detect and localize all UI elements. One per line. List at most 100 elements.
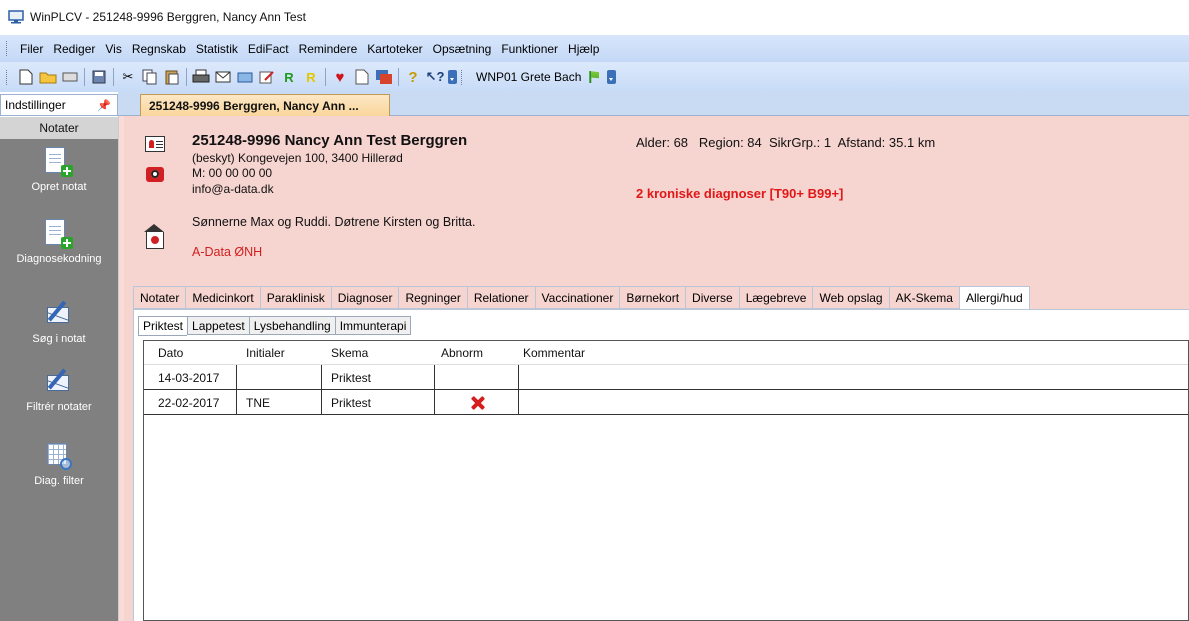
tab-regninger[interactable]: Regninger	[398, 286, 467, 309]
filter-notes-button[interactable]: Filtrér notater	[0, 367, 118, 413]
create-note-button[interactable]: Opret notat	[0, 147, 118, 193]
column-header-abnorm[interactable]: Abnorm	[441, 346, 483, 360]
tab-boernekort[interactable]: Børnekort	[619, 286, 686, 309]
document-icon[interactable]	[353, 68, 371, 86]
edit-icon[interactable]	[258, 68, 276, 86]
tab-medicinkort[interactable]: Medicinkort	[185, 286, 260, 309]
menu-bar: Filer Rediger Vis Regnskab Statistik Edi…	[0, 35, 1189, 62]
new-document-icon[interactable]	[17, 68, 35, 86]
image-gallery-icon[interactable]	[375, 68, 393, 86]
panel-edge	[118, 116, 124, 621]
tab-allergi-hud[interactable]: Allergi/hud	[958, 286, 1030, 310]
toolbar-overflow-icon[interactable]	[448, 70, 457, 84]
patient-name: 251248-9996 Nancy Ann Test Berggren	[192, 132, 468, 149]
tab-web-opslag[interactable]: Web opslag	[812, 286, 889, 309]
column-header-initialer[interactable]: Initialer	[246, 346, 285, 360]
toolbar-grip[interactable]	[6, 69, 9, 85]
sidebar-header: Indstillinger 📌	[0, 94, 118, 116]
table-row[interactable]: 22-02-2017 TNE Priktest	[144, 390, 1188, 415]
subtab-immunterapi[interactable]: Immunterapi	[334, 316, 412, 335]
printer-icon[interactable]	[192, 68, 210, 86]
diagnosis-coding-label: Diagnosekodning	[16, 253, 102, 265]
diagnosis-coding-icon	[45, 219, 73, 249]
cell-dato: 14-03-2017	[158, 371, 220, 385]
toolbar-grip[interactable]	[461, 69, 464, 85]
cut-icon[interactable]: ✂	[119, 68, 137, 86]
toolbar-separator	[325, 68, 326, 86]
subtab-lysbehandling[interactable]: Lysbehandling	[248, 316, 335, 335]
r-yellow-icon[interactable]: R	[302, 68, 320, 86]
toolbar-overflow-icon[interactable]	[607, 70, 617, 84]
help-icon[interactable]: ?	[404, 68, 422, 86]
tab-paraklinisk[interactable]: Paraklinisk	[259, 286, 331, 309]
search-note-label: Søg i notat	[32, 333, 86, 345]
menu-kartoteker[interactable]: Kartoteker	[362, 42, 427, 56]
table-header: Dato Initialer Skema Abnorm Kommentar	[144, 341, 1188, 365]
title-bar: WinPLCV - 251248-9996 Berggren, Nancy An…	[0, 0, 1189, 34]
print-preview-icon[interactable]	[61, 68, 79, 86]
column-divider	[518, 365, 519, 415]
context-help-icon[interactable]: ↖?	[426, 68, 445, 86]
filter-notes-icon	[45, 367, 73, 397]
subtab-lappetest[interactable]: Lappetest	[187, 316, 249, 335]
sidebar-header-label: Indstillinger	[5, 98, 66, 112]
diag-filter-button[interactable]: Diag. filter	[0, 441, 118, 487]
subtab-priktest[interactable]: Priktest	[138, 316, 188, 336]
tab-laegebreve[interactable]: Lægebreve	[738, 286, 813, 309]
diag-filter-icon	[45, 441, 73, 471]
clinic-home-icon[interactable]	[144, 224, 164, 249]
open-folder-icon[interactable]	[39, 68, 57, 86]
search-note-icon	[45, 299, 73, 329]
column-divider	[236, 365, 237, 415]
menu-opsaetning[interactable]: Opsætning	[428, 42, 497, 56]
menu-hjaelp[interactable]: Hjælp	[563, 42, 604, 56]
copy-icon[interactable]	[141, 68, 159, 86]
current-user[interactable]: WNP01 Grete Bach	[470, 67, 605, 87]
heart-icon[interactable]: ♥	[331, 68, 349, 86]
pin-icon[interactable]: 📌	[97, 99, 111, 112]
tab-ak-skema[interactable]: AK-Skema	[888, 286, 959, 309]
tab-vaccinationer[interactable]: Vaccinationer	[534, 286, 620, 309]
menu-vis[interactable]: Vis	[100, 42, 126, 56]
table-row[interactable]: 14-03-2017 Priktest	[144, 365, 1188, 390]
menu-filer[interactable]: Filer	[15, 42, 48, 56]
chronic-diagnoses[interactable]: 2 kroniske diagnoser [T90+ B99+]	[636, 186, 843, 201]
tab-notater[interactable]: Notater	[133, 286, 186, 309]
menu-grip[interactable]	[6, 41, 9, 56]
patient-email: info@a-data.dk	[192, 182, 274, 196]
patient-address: (beskyt) Kongevejen 100, 3400 Hillerød	[192, 151, 403, 165]
column-header-dato[interactable]: Dato	[158, 346, 183, 360]
menu-regnskab[interactable]: Regnskab	[127, 42, 191, 56]
toolbar-separator	[84, 68, 85, 86]
tab-diverse[interactable]: Diverse	[685, 286, 739, 309]
column-divider	[434, 365, 435, 415]
tab-relationer[interactable]: Relationer	[466, 286, 535, 309]
column-header-kommentar[interactable]: Kommentar	[523, 346, 585, 360]
save-icon[interactable]	[90, 68, 108, 86]
allergy-subtabs: Priktest Lappetest Lysbehandling Immunte…	[138, 316, 412, 336]
cell-skema: Priktest	[331, 371, 372, 385]
toolbar-separator	[186, 68, 187, 86]
patient-clinic: A-Data ØNH	[192, 245, 263, 259]
cell-dato: 22-02-2017	[158, 396, 220, 410]
menu-rediger[interactable]: Rediger	[48, 42, 100, 56]
column-header-skema[interactable]: Skema	[331, 346, 368, 360]
menu-funktioner[interactable]: Funktioner	[496, 42, 563, 56]
tab-diagnoser[interactable]: Diagnoser	[330, 286, 399, 309]
toolbar-separator	[398, 68, 399, 86]
main-tabs: Notater Medicinkort Paraklinisk Diagnose…	[133, 286, 1030, 310]
diagnosis-coding-button[interactable]: Diagnosekodning	[0, 219, 118, 265]
flag-icon	[589, 71, 600, 83]
menu-statistik[interactable]: Statistik	[191, 42, 243, 56]
camera-icon[interactable]	[146, 167, 164, 182]
patient-card-icon[interactable]	[145, 136, 165, 152]
search-note-button[interactable]: Søg i notat	[0, 299, 118, 345]
patient-document-tab[interactable]: 251248-9996 Berggren, Nancy Ann ...	[140, 94, 390, 117]
mail-icon[interactable]	[214, 68, 232, 86]
menu-edifact[interactable]: EdiFact	[243, 42, 294, 56]
phone-book-icon[interactable]	[236, 68, 254, 86]
toolbar-separator	[113, 68, 114, 86]
r-green-icon[interactable]: R	[280, 68, 298, 86]
paste-icon[interactable]	[163, 68, 181, 86]
menu-remindere[interactable]: Remindere	[294, 42, 363, 56]
